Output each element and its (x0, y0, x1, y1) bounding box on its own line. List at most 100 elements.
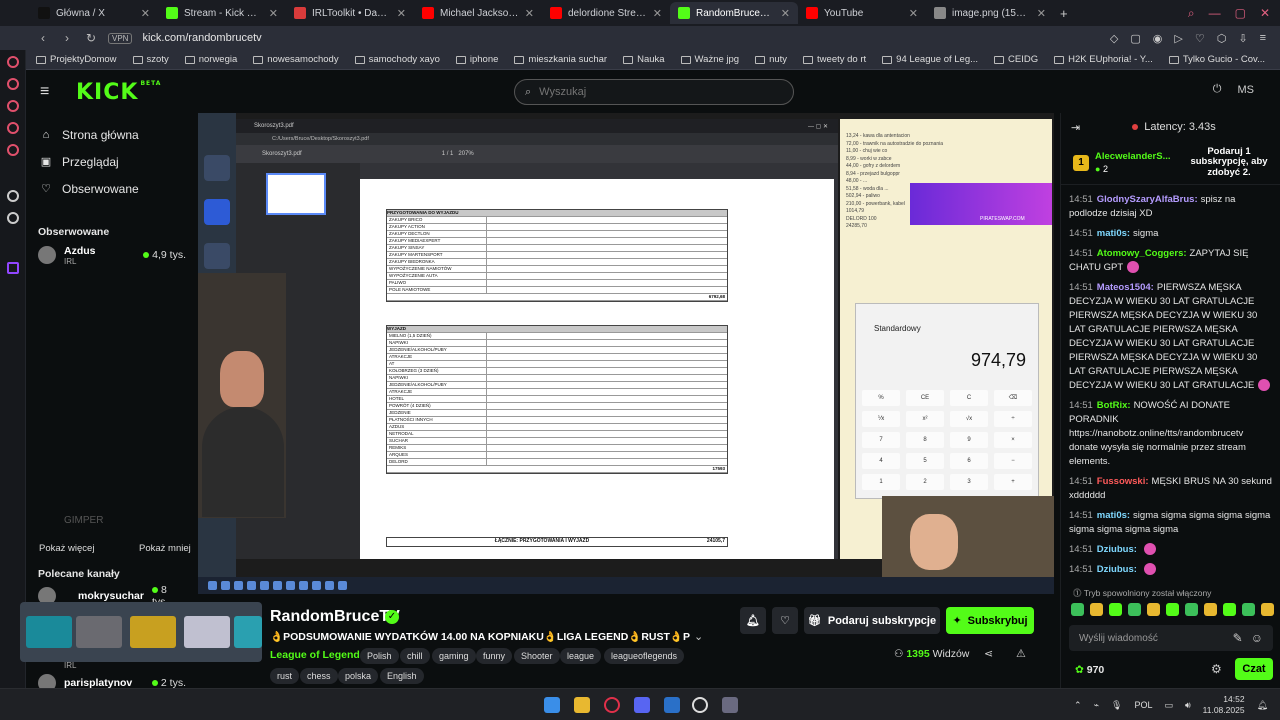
notification-icon[interactable]: ⏻ (1213, 83, 1222, 96)
forward-icon[interactable]: › (60, 31, 74, 45)
video-player[interactable]: Skoroszyt3.pdf — ▢ ✕ C:/Users/Bruce/Deskt… (198, 113, 1054, 594)
chat-username[interactable]: Mateos1504: (1097, 282, 1154, 293)
emote-icon[interactable] (1090, 603, 1103, 616)
close-tab-icon[interactable]: ✕ (909, 7, 918, 20)
calculator-key[interactable]: C (950, 390, 988, 406)
settings-icon[interactable] (7, 212, 19, 224)
minimize-icon[interactable]: — (1209, 6, 1221, 21)
notification-bell-button[interactable]: 🔔︎ (740, 607, 766, 634)
close-tab-icon[interactable]: ✕ (653, 7, 662, 20)
history-icon[interactable] (7, 122, 19, 134)
browser-tab[interactable]: RandomBruceTV Stream✕ (670, 2, 798, 24)
chat-username[interactable]: BotRix: (1097, 400, 1131, 411)
calculator-key[interactable]: − (994, 453, 1032, 469)
show-less-button[interactable]: Pokaż mniej (139, 543, 191, 554)
browser-tab[interactable]: Stream - Kick Dashboard✕ (158, 2, 286, 24)
emote-icon[interactable] (1204, 603, 1217, 616)
file-explorer-icon[interactable] (574, 697, 590, 713)
stream-tag[interactable]: league (560, 648, 602, 664)
close-tab-icon[interactable]: ✕ (269, 7, 278, 20)
user-avatar[interactable]: MS (1238, 84, 1255, 96)
stream-tag[interactable]: Polish (360, 648, 399, 664)
calculator-key[interactable]: 6 (950, 453, 988, 469)
calculator-key[interactable]: 5 (906, 453, 944, 469)
stream-category[interactable]: League of Legends (270, 649, 366, 661)
emote-icon[interactable] (1261, 603, 1274, 616)
emote-icon[interactable] (1128, 603, 1141, 616)
messenger-icon[interactable] (664, 697, 680, 713)
pinboard-icon[interactable] (7, 100, 19, 112)
url-field[interactable]: kick.com/randombrucetv (142, 32, 261, 44)
emote-icon[interactable] (1071, 603, 1084, 616)
followed-channel[interactable]: Azdus IRL 4,9 tys. (26, 242, 198, 268)
close-tab-icon[interactable]: ✕ (1037, 7, 1046, 20)
chat-input[interactable] (1079, 632, 1225, 644)
calculator-key[interactable]: 3 (950, 474, 988, 490)
new-tab-icon[interactable]: + (1060, 6, 1068, 21)
bookmark-icon[interactable]: ◇ (1110, 32, 1118, 45)
show-more-button[interactable]: Pokaż więcej (39, 543, 94, 554)
vpn-badge[interactable]: VPN (108, 32, 133, 44)
stream-tag[interactable]: gaming (432, 648, 476, 664)
kick-logo[interactable]: KICK BETA (76, 80, 161, 105)
chevron-down-icon[interactable]: ⌄ (694, 630, 703, 643)
nav-item-browse[interactable]: ▣ Przeglądaj (26, 148, 198, 175)
camera-icon[interactable]: ◉ (1153, 32, 1163, 45)
browser-tab[interactable]: delordione Stream - Watch✕ (542, 2, 670, 24)
back-icon[interactable]: ‹ (36, 31, 50, 45)
volume-icon[interactable]: 🔊︎ (1185, 700, 1191, 711)
search-input[interactable] (539, 86, 760, 98)
twitch-icon[interactable] (7, 262, 19, 274)
flow-icon[interactable] (7, 56, 19, 68)
bookmark-item[interactable]: norwegia (184, 54, 237, 65)
emote-icon[interactable] (1242, 603, 1255, 616)
calculator-icon[interactable] (722, 697, 738, 713)
close-tab-icon[interactable]: ✕ (781, 7, 790, 20)
mic-icon[interactable]: 🎙︎ (1111, 700, 1122, 711)
snapshot-icon[interactable]: ▢ (1130, 32, 1140, 45)
calculator-key[interactable]: 9 (950, 432, 988, 448)
stream-tag[interactable]: funny (476, 648, 513, 664)
bookmark-item[interactable]: 94 League of Leg... (882, 54, 978, 65)
calculator-key[interactable]: √x (950, 411, 988, 427)
emote-icon[interactable] (1109, 603, 1122, 616)
close-tab-icon[interactable]: ✕ (141, 7, 150, 20)
search-icon[interactable]: ⌕ (1188, 6, 1195, 21)
bookmark-item[interactable]: Nauka (623, 54, 665, 65)
chat-input-box[interactable]: ✎ ☺ (1069, 625, 1273, 651)
play-icon[interactable]: ▷ (1174, 32, 1182, 45)
ai-icon[interactable] (7, 190, 19, 202)
send-chat-button[interactable]: Czat (1235, 658, 1273, 680)
subscribe-button[interactable]: ✦ Subskrybuj (946, 607, 1034, 634)
calculator-key[interactable]: x² (906, 411, 944, 427)
browser-tab[interactable]: Michael Jackson - Beat It✕ (414, 2, 542, 24)
bookmark-item[interactable]: iphone (455, 54, 498, 65)
streamer-name[interactable]: RandomBruceTV (270, 608, 400, 626)
calculator-key[interactable]: × (994, 432, 1032, 448)
chat-username[interactable]: mati0s: (1097, 228, 1130, 239)
browser-tab[interactable]: IRLToolkit • Dashboard✕ (286, 2, 414, 24)
obs-icon[interactable] (692, 697, 708, 713)
emote-icon[interactable] (1166, 603, 1179, 616)
stream-tag[interactable]: chill (400, 648, 430, 664)
gift-sub-button[interactable]: 🎁︎ Podaruj subskrypcje (804, 607, 940, 634)
stream-tag[interactable]: polska (338, 668, 379, 684)
chat-username[interactable]: Atomowy_Coggers: (1097, 248, 1187, 259)
network-icon[interactable]: ▭ (1164, 700, 1173, 711)
channel-points[interactable]: ✿ 970 (1075, 664, 1104, 676)
calculator-key[interactable]: 4 (862, 453, 900, 469)
close-tab-icon[interactable]: ✕ (525, 7, 534, 20)
stream-tag[interactable]: English (380, 668, 424, 684)
nav-item-heart[interactable]: ♡ Obserwowane (26, 175, 198, 202)
stream-tag[interactable]: leagueoflegends (604, 648, 685, 664)
share-icon[interactable]: ⋖ (984, 647, 993, 660)
stream-tag[interactable]: chess (300, 668, 338, 684)
calculator-key[interactable]: ÷ (994, 411, 1032, 427)
opera-icon[interactable] (604, 697, 620, 713)
download-icon[interactable]: ⇩ (1238, 32, 1247, 45)
messenger-icon[interactable] (7, 78, 19, 90)
nav-item-home[interactable]: ⌂ Strona główna (26, 121, 198, 148)
calculator-key[interactable]: 2 (906, 474, 944, 490)
calculator-key[interactable]: + (994, 474, 1032, 490)
emoji-icon[interactable]: ☺ (1251, 631, 1263, 645)
